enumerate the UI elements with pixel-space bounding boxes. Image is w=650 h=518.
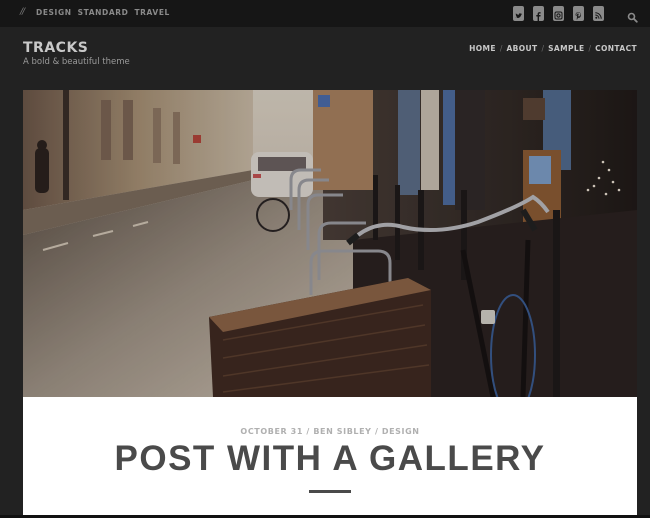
category-menu: DESIGN STANDARD TRAVEL bbox=[36, 8, 170, 17]
post-meta: OCTOBER 31 / BEN SIBLEY / DESIGN bbox=[23, 427, 637, 436]
top-bar: // DESIGN STANDARD TRAVEL bbox=[0, 0, 650, 27]
post-author[interactable]: BEN SIBLEY bbox=[313, 427, 371, 436]
search-icon[interactable] bbox=[627, 8, 638, 23]
post-category[interactable]: DESIGN bbox=[382, 427, 420, 436]
nav-separator: / bbox=[541, 44, 545, 53]
post-title[interactable]: POST WITH A GALLERY bbox=[23, 439, 637, 479]
site-tagline: A bold & beautiful theme bbox=[23, 57, 130, 67]
pinterest-icon[interactable] bbox=[573, 6, 584, 21]
nav-item-home[interactable]: HOME bbox=[469, 44, 496, 53]
nav-item-contact[interactable]: CONTACT bbox=[595, 44, 637, 53]
nav-separator: / bbox=[588, 44, 592, 53]
category-link-design[interactable]: DESIGN bbox=[36, 8, 72, 17]
title-divider bbox=[309, 490, 351, 493]
site-header: TRACKS A bold & beautiful theme HOME / A… bbox=[0, 27, 650, 90]
category-link-standard[interactable]: STANDARD bbox=[78, 8, 129, 17]
nav-item-about[interactable]: ABOUT bbox=[506, 44, 537, 53]
site-title[interactable]: TRACKS bbox=[23, 40, 88, 56]
social-icons bbox=[513, 6, 604, 21]
post-date[interactable]: OCTOBER 31 bbox=[240, 427, 303, 436]
featured-image[interactable] bbox=[23, 90, 637, 397]
twitter-icon[interactable] bbox=[513, 6, 524, 21]
slashes-decoration: // bbox=[20, 7, 25, 17]
facebook-icon[interactable] bbox=[533, 6, 544, 21]
category-link-travel[interactable]: TRAVEL bbox=[134, 8, 170, 17]
nav-separator: / bbox=[499, 44, 503, 53]
rss-icon[interactable] bbox=[593, 6, 604, 21]
post-card: OCTOBER 31 / BEN SIBLEY / DESIGN POST WI… bbox=[23, 397, 637, 518]
primary-nav: HOME / ABOUT / SAMPLE / CONTACT bbox=[469, 44, 637, 53]
nav-item-sample[interactable]: SAMPLE bbox=[548, 44, 584, 53]
instagram-icon[interactable] bbox=[553, 6, 564, 21]
